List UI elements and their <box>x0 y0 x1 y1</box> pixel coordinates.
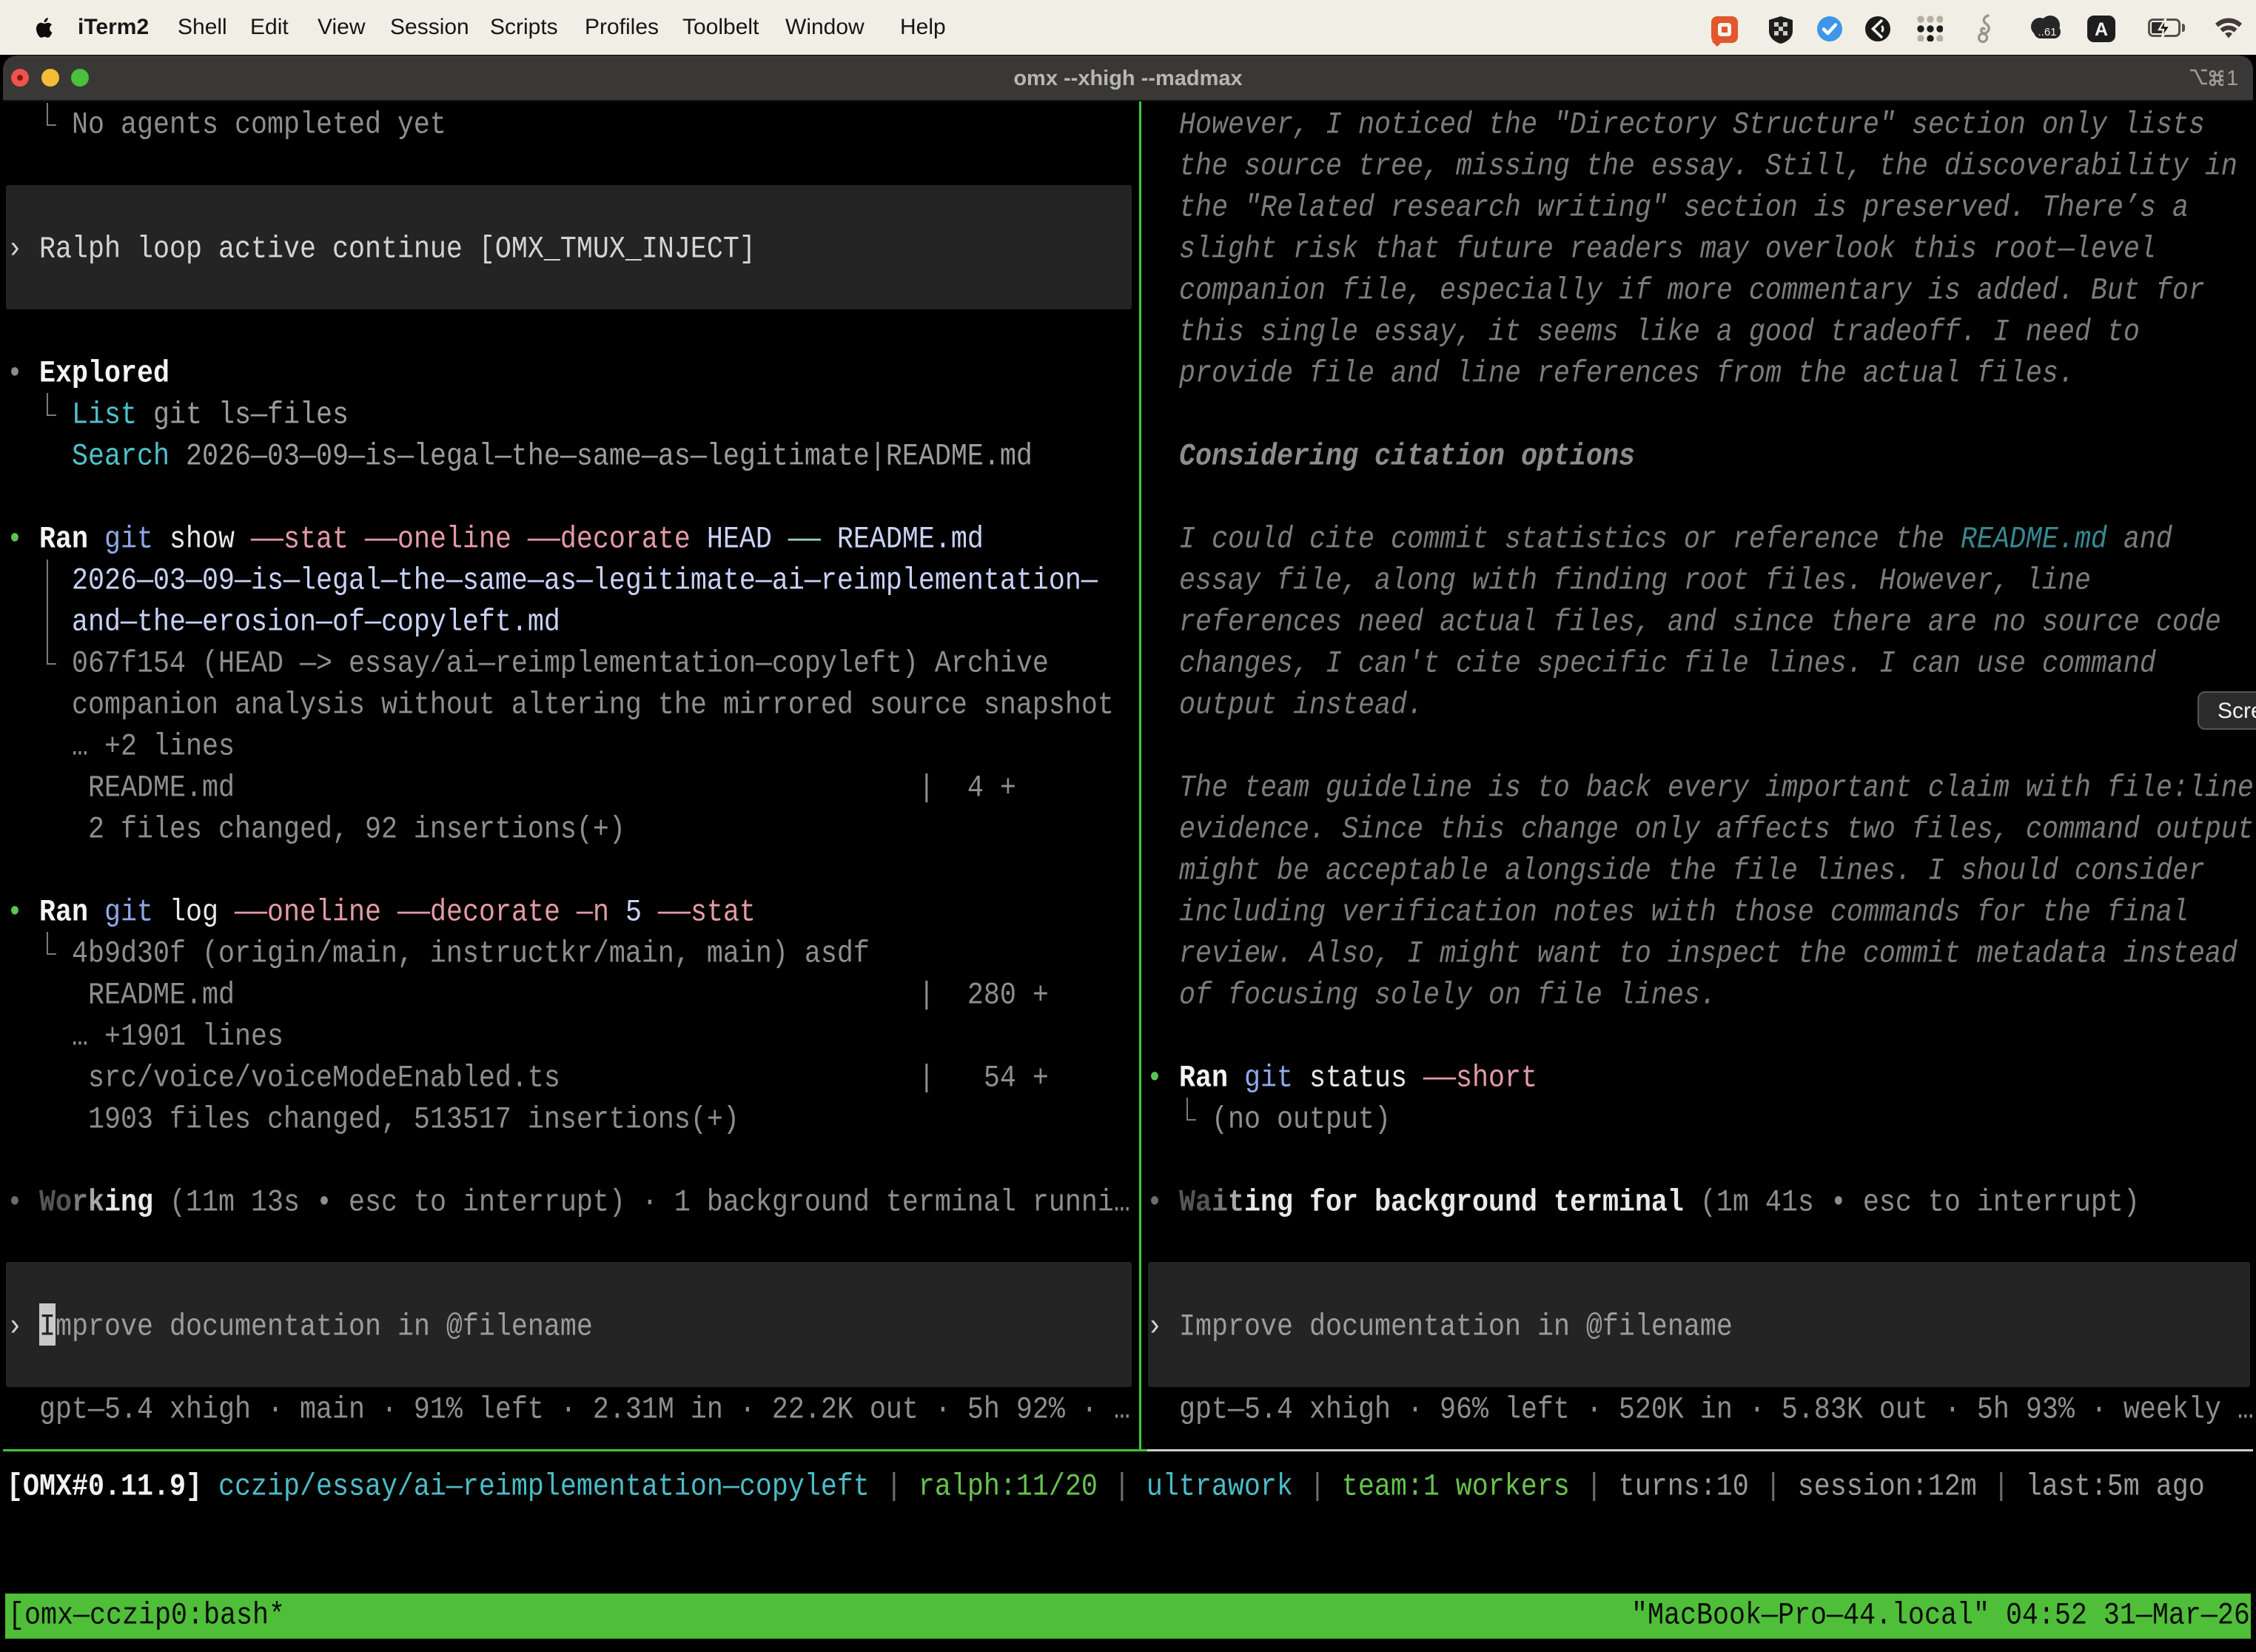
svg-text:..61: ..61 <box>2038 26 2056 38</box>
